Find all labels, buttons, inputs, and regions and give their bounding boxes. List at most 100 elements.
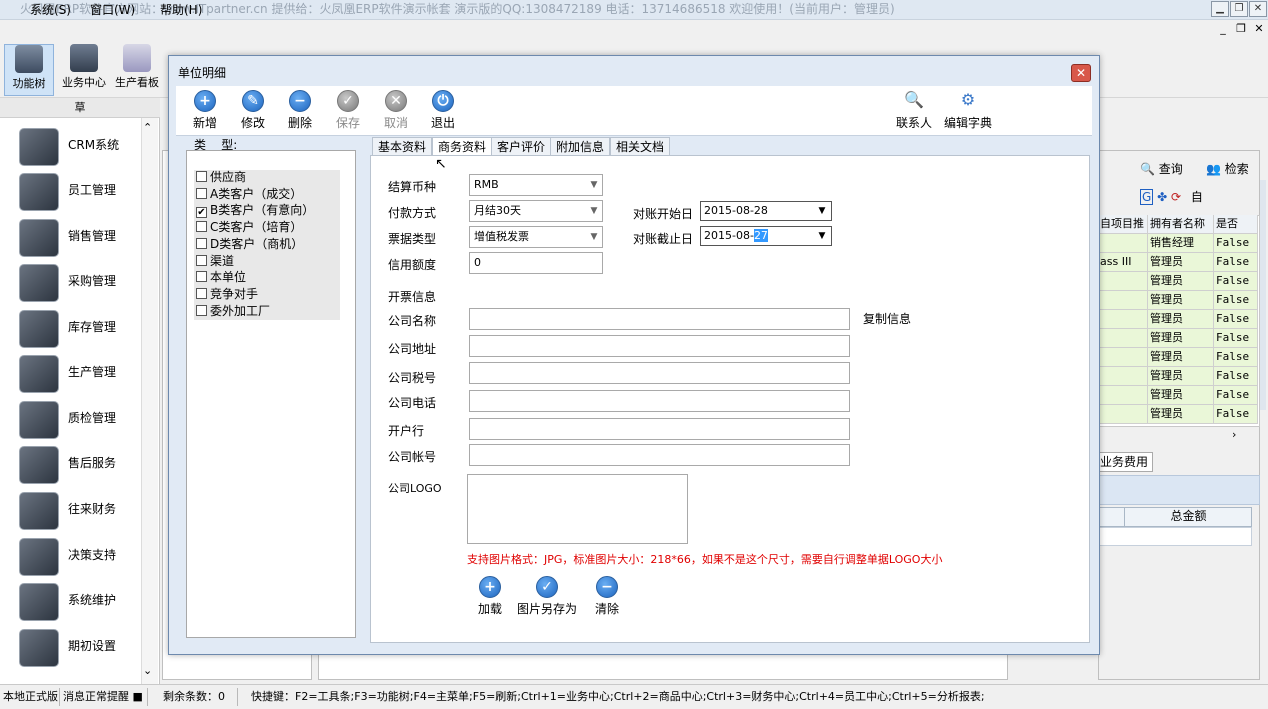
- nav-item-employee[interactable]: 员工管理: [16, 169, 140, 213]
- company-name-input[interactable]: [469, 308, 850, 330]
- paw-icon[interactable]: ✤: [1157, 190, 1167, 204]
- close-window-button[interactable]: ✕: [1249, 1, 1267, 17]
- tab-related-docs[interactable]: 相关文档: [610, 137, 671, 156]
- grid-cell[interactable]: False: [1214, 310, 1258, 329]
- end-date-picker[interactable]: 2015-08-27 ▼: [700, 226, 832, 246]
- grid-header-cell[interactable]: 是否: [1214, 215, 1258, 234]
- scroll-up-icon[interactable]: ⌃: [143, 121, 152, 134]
- grid-cell[interactable]: [1098, 329, 1148, 348]
- grid-cell[interactable]: [1098, 405, 1148, 424]
- grid-cell[interactable]: [1098, 291, 1148, 310]
- scroll-right-icon[interactable]: ›: [1232, 428, 1236, 441]
- grid-cell[interactable]: 管理员: [1148, 253, 1214, 272]
- nav-item-finance[interactable]: 往来财务: [16, 488, 140, 532]
- mdi-close-button[interactable]: ✕: [1252, 22, 1266, 36]
- exit-button[interactable]: ⏻ 退出: [428, 90, 458, 131]
- grid-cell[interactable]: 管理员: [1148, 348, 1214, 367]
- toolbar-production-board[interactable]: 生产看板: [112, 44, 162, 96]
- grid-header-cell[interactable]: 拥有者名称: [1148, 215, 1214, 234]
- nav-item-crm[interactable]: CRM系统: [16, 124, 140, 168]
- tax-id-input[interactable]: [469, 362, 850, 384]
- nav-item-aftersales[interactable]: 售后服务: [16, 442, 140, 486]
- contacts-button[interactable]: 🔍 联系人: [893, 90, 935, 131]
- currency-select[interactable]: RMB ▼: [469, 174, 603, 196]
- mdi-minimize-button[interactable]: _: [1216, 22, 1230, 36]
- mdi-restore-button[interactable]: ❐: [1234, 22, 1248, 36]
- grid-cell[interactable]: [1098, 310, 1148, 329]
- grid-cell[interactable]: [1098, 348, 1148, 367]
- bank-input[interactable]: [469, 418, 850, 440]
- grid-cell[interactable]: [1098, 367, 1148, 386]
- type-item[interactable]: D类客户（商机）: [196, 236, 303, 253]
- copy-info-button[interactable]: 复制信息: [863, 310, 911, 327]
- grid-cell[interactable]: 管理员: [1148, 272, 1214, 291]
- checkbox-icon[interactable]: [196, 254, 207, 266]
- logo-image-box[interactable]: [467, 474, 688, 544]
- query-button[interactable]: 🔍 查询: [1140, 160, 1183, 177]
- minimize-button[interactable]: ▁: [1211, 1, 1229, 17]
- grid-cell[interactable]: False: [1214, 253, 1258, 272]
- company-address-input[interactable]: [469, 335, 850, 357]
- grid-cell[interactable]: False: [1214, 386, 1258, 405]
- grid-cell[interactable]: False: [1214, 272, 1258, 291]
- nav-item-production[interactable]: 生产管理: [16, 351, 140, 395]
- grid-cell[interactable]: [1098, 272, 1148, 291]
- tab-basic-info[interactable]: 基本资料: [372, 137, 433, 156]
- start-date-picker[interactable]: 2015-08-28 ▼: [700, 201, 832, 221]
- checkbox-icon[interactable]: [196, 187, 207, 199]
- clear-logo-button[interactable]: − 清除: [592, 576, 622, 617]
- nav-item-purchase[interactable]: 采购管理: [16, 260, 140, 304]
- type-item[interactable]: 供应商: [196, 169, 246, 186]
- grid-cell[interactable]: 销售经理: [1148, 234, 1214, 253]
- tab-business-info[interactable]: 商务资料: [432, 137, 493, 157]
- grid-cell[interactable]: 管理员: [1148, 386, 1214, 405]
- dialog-close-button[interactable]: ✕: [1071, 64, 1091, 82]
- checkbox-icon[interactable]: [196, 271, 207, 283]
- restore-button[interactable]: ❐: [1230, 1, 1248, 17]
- tab-business-fees[interactable]: 业务费用: [1098, 452, 1153, 472]
- grid-header-cell[interactable]: 自项目推: [1098, 215, 1148, 234]
- tab-additional-info[interactable]: 附加信息: [550, 137, 611, 156]
- edit-button[interactable]: ✎ 修改: [238, 90, 268, 131]
- nav-item-decision[interactable]: 决策支持: [16, 534, 140, 578]
- nav-item-sales[interactable]: 销售管理: [16, 215, 140, 259]
- type-item[interactable]: ✔ B类客户（有意向）: [196, 202, 314, 219]
- type-item[interactable]: 竞争对手: [196, 286, 258, 303]
- delete-button[interactable]: − 删除: [285, 90, 315, 131]
- search-button[interactable]: 👥 检索: [1206, 160, 1249, 177]
- grid-cell[interactable]: [1098, 386, 1148, 405]
- menu-help[interactable]: 帮助(H): [160, 2, 202, 18]
- grid-cell[interactable]: 管理员: [1148, 310, 1214, 329]
- grid-cell[interactable]: ass III: [1098, 253, 1148, 272]
- type-item[interactable]: 委外加工厂: [196, 303, 270, 320]
- checkbox-icon[interactable]: [196, 304, 207, 316]
- grid-cell[interactable]: 管理员: [1148, 329, 1214, 348]
- grid-cell[interactable]: False: [1214, 367, 1258, 386]
- grid-cell[interactable]: False: [1214, 348, 1258, 367]
- grid-cell[interactable]: False: [1214, 329, 1258, 348]
- checkbox-icon[interactable]: [196, 287, 207, 299]
- save-image-as-button[interactable]: ✓ 图片另存为: [515, 576, 579, 617]
- checkbox-icon[interactable]: [196, 171, 207, 182]
- grid-cell[interactable]: [1098, 234, 1148, 253]
- checkbox-icon[interactable]: [196, 237, 207, 249]
- checkbox-icon[interactable]: [196, 221, 207, 233]
- menu-window[interactable]: 窗口(W): [90, 2, 135, 18]
- scroll-down-icon[interactable]: ⌄: [143, 664, 152, 677]
- refresh-icon[interactable]: ⟳: [1171, 190, 1181, 204]
- tab-customer-review[interactable]: 客户评价: [491, 137, 552, 156]
- type-item[interactable]: 渠道: [196, 253, 234, 270]
- menu-system[interactable]: 系统(S): [30, 2, 71, 18]
- add-button[interactable]: + 新增: [190, 90, 220, 131]
- credit-input[interactable]: 0: [469, 252, 603, 274]
- grid-cell[interactable]: False: [1214, 291, 1258, 310]
- checkbox-checked-icon[interactable]: ✔: [196, 207, 207, 219]
- invoice-type-select[interactable]: 增值税发票 ▼: [469, 226, 603, 248]
- account-input[interactable]: [469, 444, 850, 466]
- type-item[interactable]: A类客户（成交）: [196, 186, 302, 203]
- toolbar-business-center[interactable]: 业务中心: [58, 44, 110, 96]
- g-icon[interactable]: G: [1140, 189, 1154, 205]
- navigation-scrollbar[interactable]: [141, 118, 158, 684]
- nav-item-initial-setup[interactable]: 期初设置: [16, 625, 140, 669]
- load-logo-button[interactable]: + 加载: [474, 576, 506, 617]
